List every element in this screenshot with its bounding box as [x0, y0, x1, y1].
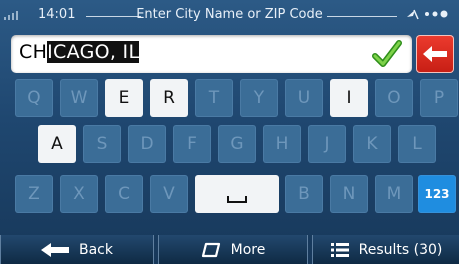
key-x: X [60, 175, 98, 213]
bottom-action-bar: Back More Results (30) [0, 235, 459, 264]
space-icon [227, 195, 247, 203]
results-label: Results (30) [358, 241, 443, 258]
divider [327, 16, 397, 17]
confirm-check-icon[interactable] [372, 39, 402, 73]
back-label: Back [79, 241, 113, 258]
gps-status-icon [405, 7, 451, 21]
more-icon [201, 242, 220, 257]
key-c: C [105, 175, 143, 213]
key-l: L [398, 125, 436, 163]
space-key[interactable] [195, 175, 279, 213]
navigation-keyboard-screen: 14:01 Enter City Name or ZIP Code CHICAG… [0, 0, 459, 264]
key-f: F [173, 125, 211, 163]
status-bar: 14:01 Enter City Name or ZIP Code [0, 0, 459, 30]
key-m: M [375, 175, 413, 213]
key-q: Q [15, 79, 53, 117]
key-a[interactable]: A [38, 125, 76, 163]
key-y: Y [240, 79, 278, 117]
typed-text: CH [19, 41, 48, 63]
key-j: J [308, 125, 346, 163]
key-v: V [150, 175, 188, 213]
key-t: T [195, 79, 233, 117]
key-u: U [285, 79, 323, 117]
autocomplete-suggestion: ICAGO, IL [47, 41, 140, 63]
key-w: W [60, 79, 98, 117]
key-g: G [218, 125, 256, 163]
key-p: P [420, 79, 458, 117]
numeric-keyboard-button[interactable]: 123 [418, 175, 456, 213]
results-button[interactable]: Results (30) [312, 235, 459, 264]
key-e[interactable]: E [105, 79, 143, 117]
key-b: B [285, 175, 323, 213]
key-n: N [330, 175, 368, 213]
key-z: Z [15, 175, 53, 213]
key-o: O [375, 79, 413, 117]
city-search-input[interactable]: CHICAGO, IL [11, 35, 412, 73]
key-d: D [128, 125, 166, 163]
key-i[interactable]: I [330, 79, 368, 117]
more-label: More [230, 241, 266, 258]
search-text: CHICAGO, IL [19, 41, 140, 63]
backspace-button[interactable] [416, 35, 454, 73]
key-k: K [353, 125, 391, 163]
list-icon [330, 242, 349, 257]
back-arrow-icon [41, 242, 69, 257]
screen-title: Enter City Name or ZIP Code [136, 7, 323, 22]
back-button[interactable]: Back [0, 235, 154, 264]
backspace-arrow-icon [423, 46, 447, 62]
key-h: H [263, 125, 301, 163]
key-s: S [83, 125, 121, 163]
more-button[interactable]: More [158, 235, 308, 264]
key-r[interactable]: R [150, 79, 188, 117]
